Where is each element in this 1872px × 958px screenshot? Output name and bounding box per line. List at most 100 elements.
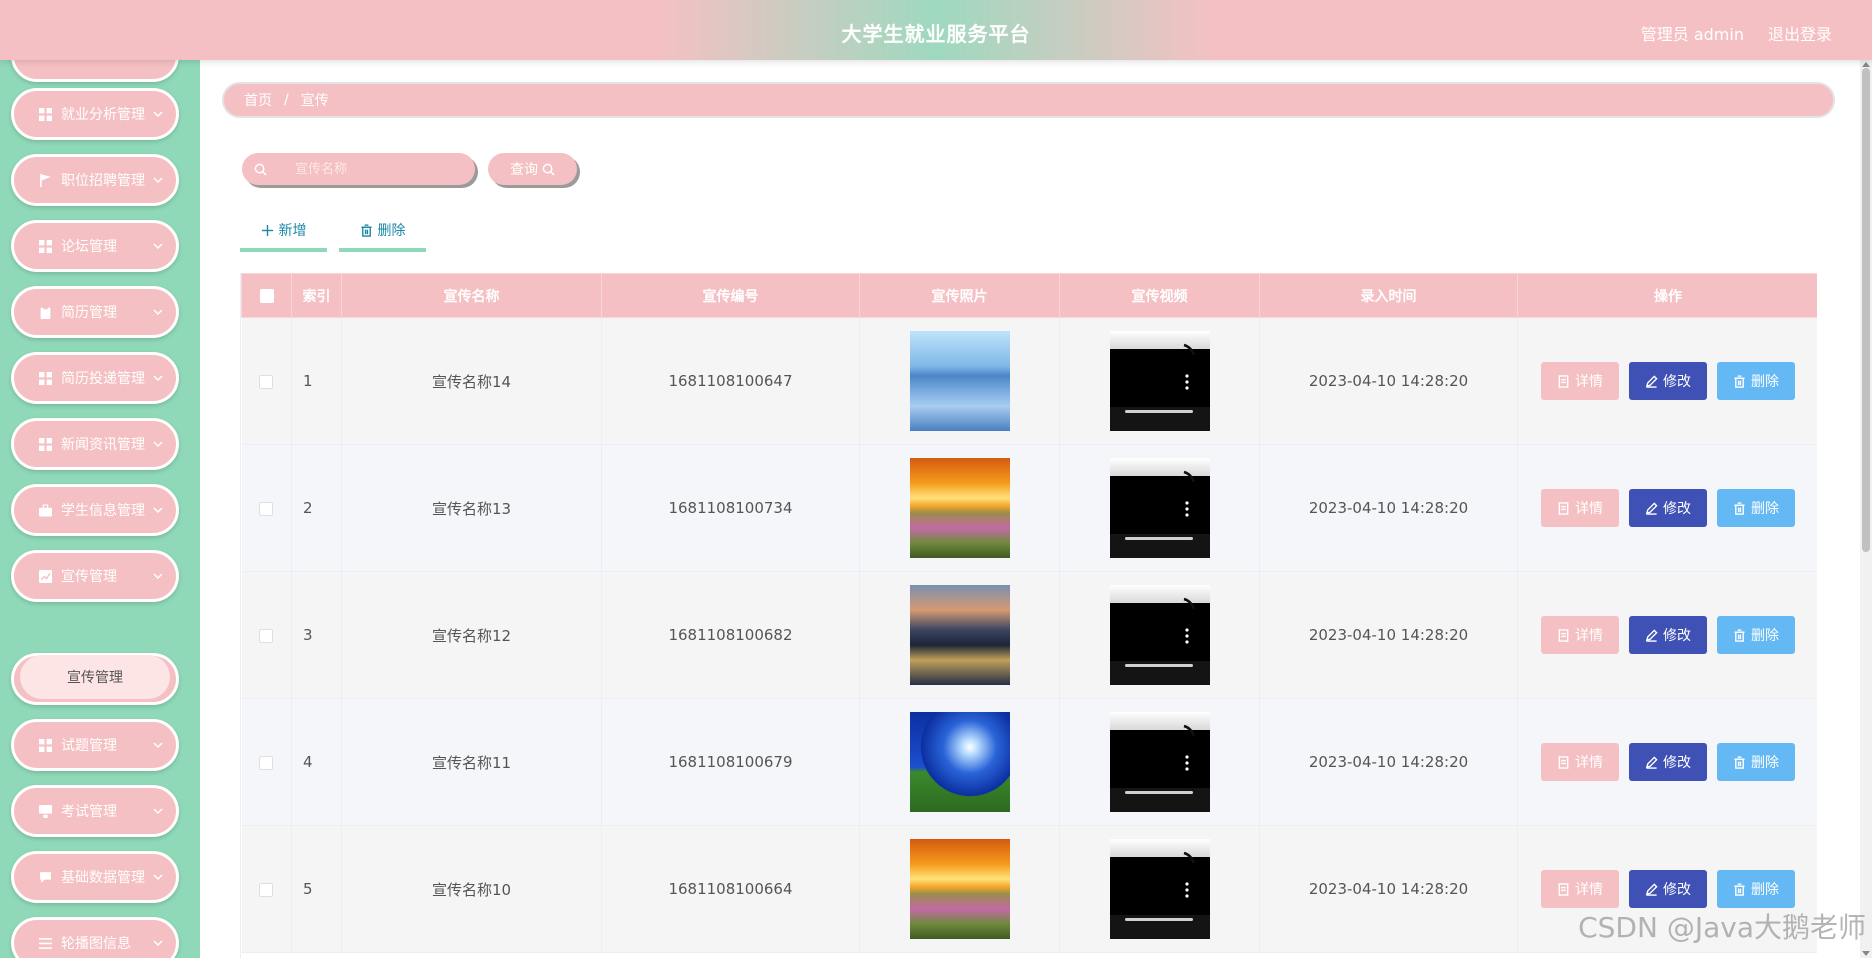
publicity-photo[interactable] (909, 458, 1010, 558)
sidebar-item-2[interactable]: 论坛管理 (11, 220, 179, 272)
delete-label: 删除 (1751, 501, 1779, 517)
row-name: 宣传名称14 (341, 317, 602, 445)
publicity-photo[interactable] (909, 331, 1010, 431)
add-button[interactable]: 新增 (240, 212, 327, 252)
video-progress-bar[interactable] (1124, 791, 1193, 794)
detail-label: 详情 (1575, 882, 1603, 898)
detail-button[interactable]: 详情 (1541, 489, 1619, 527)
delete-button[interactable]: 删除 (1717, 362, 1795, 400)
query-button[interactable]: 查询 (488, 153, 577, 185)
search-field[interactable] (242, 153, 475, 185)
video-curve-mark (1183, 470, 1195, 483)
row-index: 2 (291, 444, 342, 572)
edit-button[interactable]: 修改 (1629, 616, 1707, 654)
video-player[interactable] (1109, 839, 1210, 939)
select-all-checkbox[interactable] (259, 288, 274, 303)
more-options-icon[interactable] (1184, 374, 1189, 390)
row-select-cell[interactable] (241, 825, 292, 953)
search-input[interactable] (295, 161, 445, 177)
video-progress-bar[interactable] (1124, 537, 1193, 540)
video-progress-bar[interactable] (1124, 918, 1193, 921)
edit-label: 修改 (1663, 628, 1691, 644)
edit-button[interactable]: 修改 (1629, 743, 1707, 781)
edit-button[interactable]: 修改 (1629, 362, 1707, 400)
publicity-photo[interactable] (909, 712, 1010, 812)
video-progress-bar[interactable] (1124, 664, 1193, 667)
select-all-cell[interactable] (241, 273, 292, 318)
sidebar-item-11[interactable]: 基础数据管理 (11, 851, 179, 903)
sidebar-item-7[interactable]: 宣传管理 (11, 550, 179, 602)
row-photo-cell (859, 444, 1060, 572)
breadcrumb-home[interactable]: 首页 (244, 90, 272, 110)
detail-label: 详情 (1575, 755, 1603, 771)
detail-button[interactable]: 详情 (1541, 616, 1619, 654)
edit-button[interactable]: 修改 (1629, 870, 1707, 908)
sidebar-item-label: 基础数据管理 (61, 870, 145, 886)
logout-link[interactable]: 退出登录 (1768, 21, 1832, 45)
video-curve-mark (1183, 851, 1195, 864)
detail-label: 详情 (1575, 501, 1603, 517)
trash-icon (1733, 755, 1746, 769)
video-player[interactable] (1109, 585, 1210, 685)
detail-button[interactable]: 详情 (1541, 870, 1619, 908)
sidebar-item-3[interactable]: 简历管理 (11, 286, 179, 338)
video-player[interactable] (1109, 712, 1210, 812)
sidebar-item-1[interactable]: 职位招聘管理 (11, 154, 179, 206)
row-select-cell[interactable] (241, 698, 292, 826)
video-player[interactable] (1109, 331, 1210, 431)
detail-button[interactable]: 详情 (1541, 743, 1619, 781)
more-options-icon[interactable] (1184, 882, 1189, 898)
document-icon (1557, 374, 1570, 388)
sidebar-item-9[interactable]: 试题管理 (11, 719, 179, 771)
batch-delete-label: 删除 (377, 223, 406, 239)
clipboard-icon (39, 305, 52, 319)
delete-button[interactable]: 删除 (1717, 870, 1795, 908)
edit-label: 修改 (1663, 755, 1691, 771)
submenu-item-publicity[interactable]: 宣传管理 (20, 655, 170, 699)
row-video-cell (1059, 825, 1260, 953)
sidebar-item-6[interactable]: 学生信息管理 (11, 484, 179, 536)
publicity-photo[interactable] (909, 585, 1010, 685)
publicity-table: 索引 宣传名称 宣传编号 宣传照片 宣传视频 录入时间 操作 1 宣传名称14 16… (240, 273, 1817, 958)
publicity-photo[interactable] (909, 839, 1010, 939)
more-options-icon[interactable] (1184, 628, 1189, 644)
row-video-cell (1059, 571, 1260, 699)
monitor-icon (39, 804, 52, 818)
row-checkbox[interactable] (259, 374, 274, 389)
sidebar-item-10[interactable]: 考试管理 (11, 785, 179, 837)
row-checkbox[interactable] (259, 755, 274, 770)
delete-button[interactable]: 删除 (1717, 489, 1795, 527)
sidebar-item-5[interactable]: 新闻资讯管理 (11, 418, 179, 470)
sidebar-item-4[interactable]: 简历投递管理 (11, 352, 179, 404)
scroll-down-arrow[interactable] (1862, 951, 1870, 956)
delete-button[interactable]: 删除 (1717, 616, 1795, 654)
video-progress-bar[interactable] (1124, 410, 1193, 413)
edit-button[interactable]: 修改 (1629, 489, 1707, 527)
sidebar-item-12[interactable]: 轮播图信息 (11, 917, 179, 958)
more-options-icon[interactable] (1184, 755, 1189, 771)
col-code: 宣传编号 (601, 273, 860, 318)
row-photo-cell (859, 825, 1060, 953)
delete-button[interactable]: 删除 (1717, 743, 1795, 781)
detail-button[interactable]: 详情 (1541, 362, 1619, 400)
row-name: 宣传名称13 (341, 444, 602, 572)
page-scrollbar[interactable] (1860, 60, 1872, 958)
row-time: 2023-04-10 14:28:20 (1259, 825, 1518, 953)
row-checkbox[interactable] (259, 882, 274, 897)
row-select-cell[interactable] (241, 571, 292, 699)
trash-icon (1733, 628, 1746, 642)
sidebar-item-0[interactable]: 就业分析管理 (11, 88, 179, 140)
batch-delete-button[interactable]: 删除 (339, 212, 426, 252)
trash-icon (1733, 374, 1746, 388)
scroll-thumb[interactable] (1862, 68, 1870, 552)
sidebar-item-label: 就业分析管理 (61, 107, 145, 123)
scroll-up-arrow[interactable] (1862, 62, 1870, 67)
row-checkbox[interactable] (259, 628, 274, 643)
more-options-icon[interactable] (1184, 501, 1189, 517)
row-checkbox[interactable] (259, 501, 274, 516)
sidebar-item-partial[interactable] (11, 60, 179, 82)
row-select-cell[interactable] (241, 444, 292, 572)
row-code: 1681108100664 (601, 825, 860, 953)
row-select-cell[interactable] (241, 317, 292, 445)
video-player[interactable] (1109, 458, 1210, 558)
